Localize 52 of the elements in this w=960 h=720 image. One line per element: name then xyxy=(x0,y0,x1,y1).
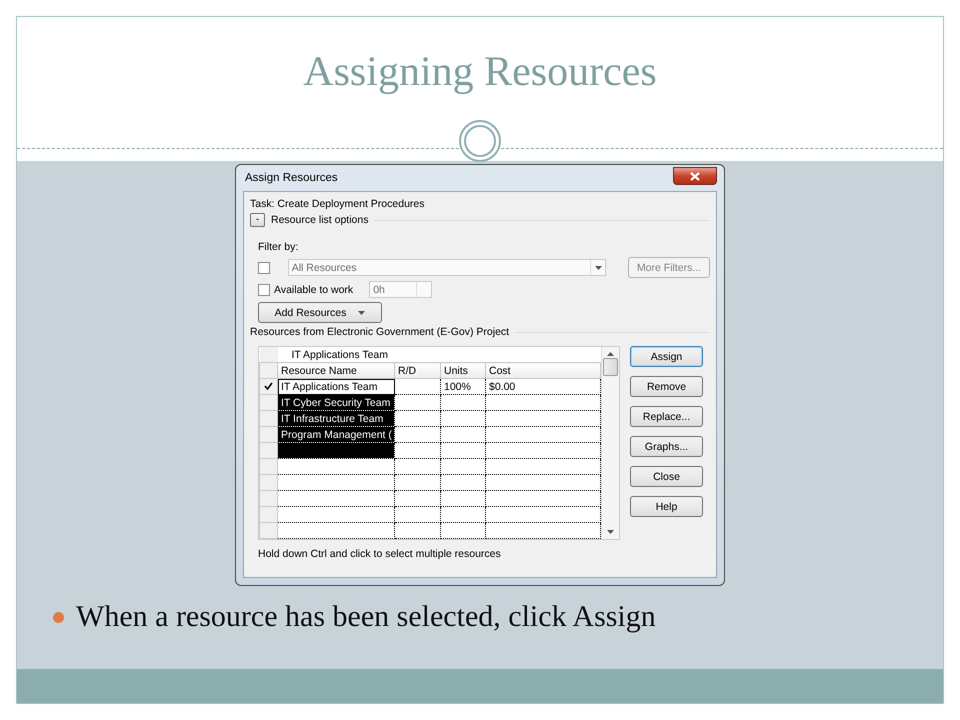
row-header-cell[interactable] xyxy=(260,458,278,474)
dialog-button[interactable]: Replace... xyxy=(630,406,703,427)
slide-title: Assigning Resources xyxy=(303,48,657,96)
collapse-toggle[interactable]: - xyxy=(250,213,265,227)
scroll-thumb[interactable] xyxy=(603,358,618,376)
dialog-button[interactable]: Help xyxy=(630,496,703,517)
resource-name-cell[interactable] xyxy=(278,506,394,522)
row-header-cell[interactable] xyxy=(260,442,278,458)
row-header-cell[interactable] xyxy=(260,490,278,506)
dialog-button[interactable]: Graphs... xyxy=(630,436,703,457)
resource-name-cell[interactable]: IT Applications Team xyxy=(278,378,394,394)
row-header-cell[interactable] xyxy=(260,474,278,490)
resource-name-cell[interactable] xyxy=(278,442,394,458)
column-header[interactable]: Resource Name xyxy=(278,362,394,378)
close-button[interactable] xyxy=(673,167,717,185)
scroll-down-arrow-icon[interactable] xyxy=(607,530,614,534)
dialog-button[interactable]: Remove xyxy=(630,376,703,397)
bullet-text: When a resource has been selected, click Assign xyxy=(76,600,656,634)
resource-name-cell[interactable]: IT Cyber Security Team xyxy=(278,394,394,410)
dialog-button[interactable]: Close xyxy=(630,466,703,487)
row-header-cell[interactable] xyxy=(260,522,278,538)
resource-name-cell[interactable] xyxy=(278,522,394,538)
bullet-dot xyxy=(53,612,64,622)
resource-name-cell[interactable] xyxy=(278,474,394,490)
available-label: Available to work xyxy=(274,284,354,296)
resources-group-label: Resources from Electronic Government (E-Gov) Project xyxy=(250,326,510,338)
row-header-cell[interactable] xyxy=(260,506,278,522)
group-label: Resource list options xyxy=(271,214,368,226)
filter-label: Filter by: xyxy=(258,241,300,253)
add-resources-button[interactable]: Add Resources xyxy=(258,302,382,323)
task-label: Task: Create Deployment Procedures xyxy=(250,198,426,210)
row-header-cell[interactable] xyxy=(260,378,278,394)
resource-name-cell[interactable]: IT Infrastructure Team xyxy=(278,410,394,426)
row-header-cell[interactable] xyxy=(260,394,278,410)
column-header[interactable]: R/D xyxy=(394,362,440,378)
units-cell: 100% xyxy=(444,380,471,392)
dialog-title: Assign Resources xyxy=(244,172,338,184)
resource-name-cell[interactable] xyxy=(278,458,394,474)
dropdown-arrow-icon xyxy=(594,266,602,270)
scrollbar[interactable] xyxy=(601,347,619,539)
row-header-cell[interactable] xyxy=(260,426,278,442)
hint-text: Hold down Ctrl and click to select multiple resources xyxy=(258,548,502,560)
resource-name-cell[interactable] xyxy=(278,490,394,506)
close-icon xyxy=(690,172,700,180)
dropdown-arrow-icon xyxy=(358,310,366,314)
column-header[interactable]: Cost xyxy=(486,362,601,378)
row-header-cell[interactable] xyxy=(260,410,278,426)
dialog-button[interactable]: Assign xyxy=(630,346,703,367)
cost-cell: $0.00 xyxy=(489,380,516,392)
resource-name-cell[interactable]: Program Management ( xyxy=(278,426,394,442)
column-header[interactable]: Units xyxy=(440,362,486,378)
scroll-up-arrow-icon[interactable] xyxy=(607,352,614,356)
